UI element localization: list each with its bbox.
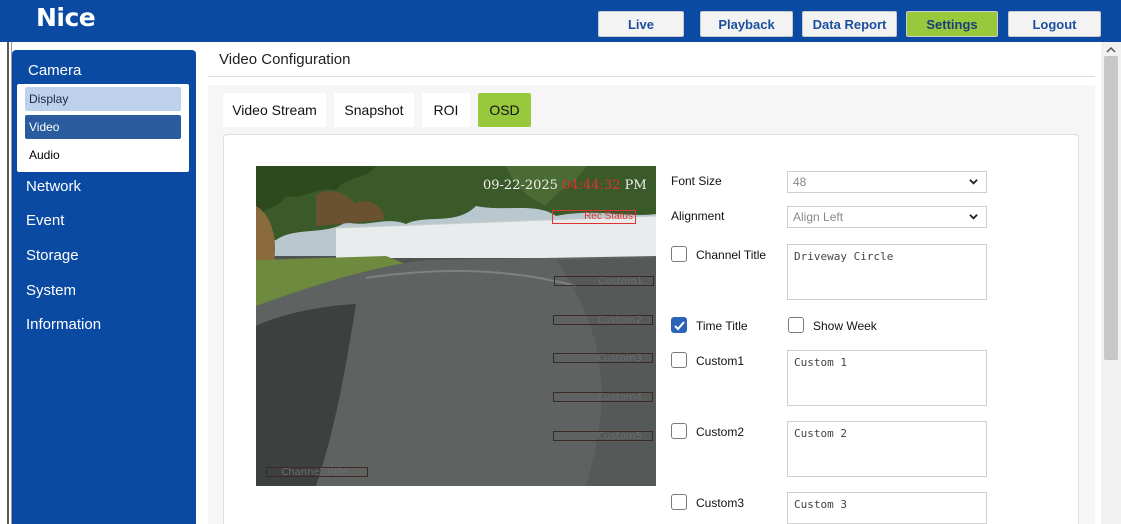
custom3-label: Custom3 bbox=[696, 496, 745, 510]
scrollbar-thumb[interactable] bbox=[1104, 56, 1118, 360]
osd-timestamp-ampm: PM bbox=[624, 178, 647, 193]
camera-submenu: Display Video Audio bbox=[17, 84, 189, 172]
camera-preview: 09-22-2025 04:44:32 PM Rec Status Custom… bbox=[256, 166, 656, 486]
font-size-label: Font Size bbox=[671, 174, 722, 188]
sidebar-item-information[interactable]: Information bbox=[26, 316, 101, 333]
custom1-input[interactable]: Custom 1 bbox=[787, 350, 987, 406]
custom2-label: Custom2 bbox=[696, 425, 745, 439]
font-size-select[interactable]: 48 bbox=[787, 171, 987, 193]
channel-title-label: Channel Title bbox=[696, 248, 767, 262]
alignment-label: Alignment bbox=[671, 209, 725, 223]
chevron-down-icon bbox=[969, 214, 978, 220]
tab-roi[interactable]: ROI bbox=[422, 93, 470, 127]
window-frame-left bbox=[0, 42, 12, 524]
chevron-down-icon bbox=[969, 179, 978, 185]
custom3-input[interactable]: Custom 3 bbox=[787, 492, 987, 524]
tab-snapshot[interactable]: Snapshot bbox=[334, 93, 414, 127]
custom3-checkbox[interactable] bbox=[671, 494, 687, 510]
sidebar-subitem-audio[interactable]: Audio bbox=[25, 143, 181, 167]
custom1-label: Custom1 bbox=[696, 354, 745, 368]
top-bar: Nice Live Playback Data Report Settings … bbox=[0, 0, 1121, 42]
sidebar-item-network[interactable]: Network bbox=[26, 178, 81, 195]
sidebar-item-camera[interactable]: Camera bbox=[28, 62, 81, 79]
playback-button[interactable]: Playback bbox=[700, 11, 793, 37]
sidebar: Camera Display Video Audio Network Event… bbox=[12, 50, 196, 524]
channel-title-input[interactable]: Driveway Circle bbox=[787, 244, 987, 300]
checkmark-icon bbox=[674, 321, 685, 331]
osd-custom5-box[interactable]: Custom5 bbox=[553, 431, 653, 442]
osd-custom2-box[interactable]: Custom2 bbox=[553, 315, 653, 326]
osd-custom4-box[interactable]: Custom4 bbox=[553, 392, 653, 403]
sidebar-item-event[interactable]: Event bbox=[26, 212, 64, 229]
settings-button[interactable]: Settings bbox=[906, 11, 998, 37]
custom2-checkbox[interactable] bbox=[671, 423, 687, 439]
page-title: Video Configuration bbox=[219, 51, 351, 68]
channel-title-checkbox[interactable] bbox=[671, 246, 687, 262]
osd-custom1-box[interactable]: Custom1 bbox=[554, 276, 654, 287]
page-scrollbar[interactable] bbox=[1101, 42, 1121, 524]
scroll-up-arrow-icon[interactable] bbox=[1105, 45, 1117, 55]
sidebar-item-storage[interactable]: Storage bbox=[26, 247, 79, 264]
osd-timestamp[interactable]: 09-22-2025 04:44:32 PM bbox=[483, 178, 647, 193]
sidebar-subitem-video[interactable]: Video bbox=[25, 115, 181, 139]
logout-button[interactable]: Logout bbox=[1008, 11, 1101, 37]
brand-logo: Nice bbox=[36, 3, 96, 32]
data-report-button[interactable]: Data Report bbox=[802, 11, 897, 37]
osd-timestamp-time: 04:44:32 bbox=[562, 178, 621, 193]
time-title-checkbox[interactable] bbox=[671, 317, 687, 333]
osd-custom3-box[interactable]: Custom3 bbox=[553, 353, 653, 364]
osd-channel-title-box[interactable]: Channel Title bbox=[266, 467, 368, 478]
sidebar-item-system[interactable]: System bbox=[26, 282, 76, 299]
alignment-value: Align Left bbox=[793, 210, 844, 224]
tab-osd[interactable]: OSD bbox=[478, 93, 531, 127]
show-week-checkbox[interactable] bbox=[788, 317, 804, 333]
custom2-input[interactable]: Custom 2 bbox=[787, 421, 987, 477]
title-divider bbox=[208, 76, 1095, 77]
show-week-label: Show Week bbox=[813, 319, 877, 333]
osd-rec-status-box[interactable]: Rec Status bbox=[552, 210, 636, 224]
tab-video-stream[interactable]: Video Stream bbox=[223, 93, 326, 127]
alignment-select[interactable]: Align Left bbox=[787, 206, 987, 228]
live-button[interactable]: Live bbox=[598, 11, 684, 37]
custom1-checkbox[interactable] bbox=[671, 352, 687, 368]
sidebar-subitem-display[interactable]: Display bbox=[25, 87, 181, 111]
font-size-value: 48 bbox=[793, 175, 807, 189]
time-title-label: Time Title bbox=[696, 319, 748, 333]
osd-timestamp-date: 09-22-2025 bbox=[483, 178, 558, 193]
